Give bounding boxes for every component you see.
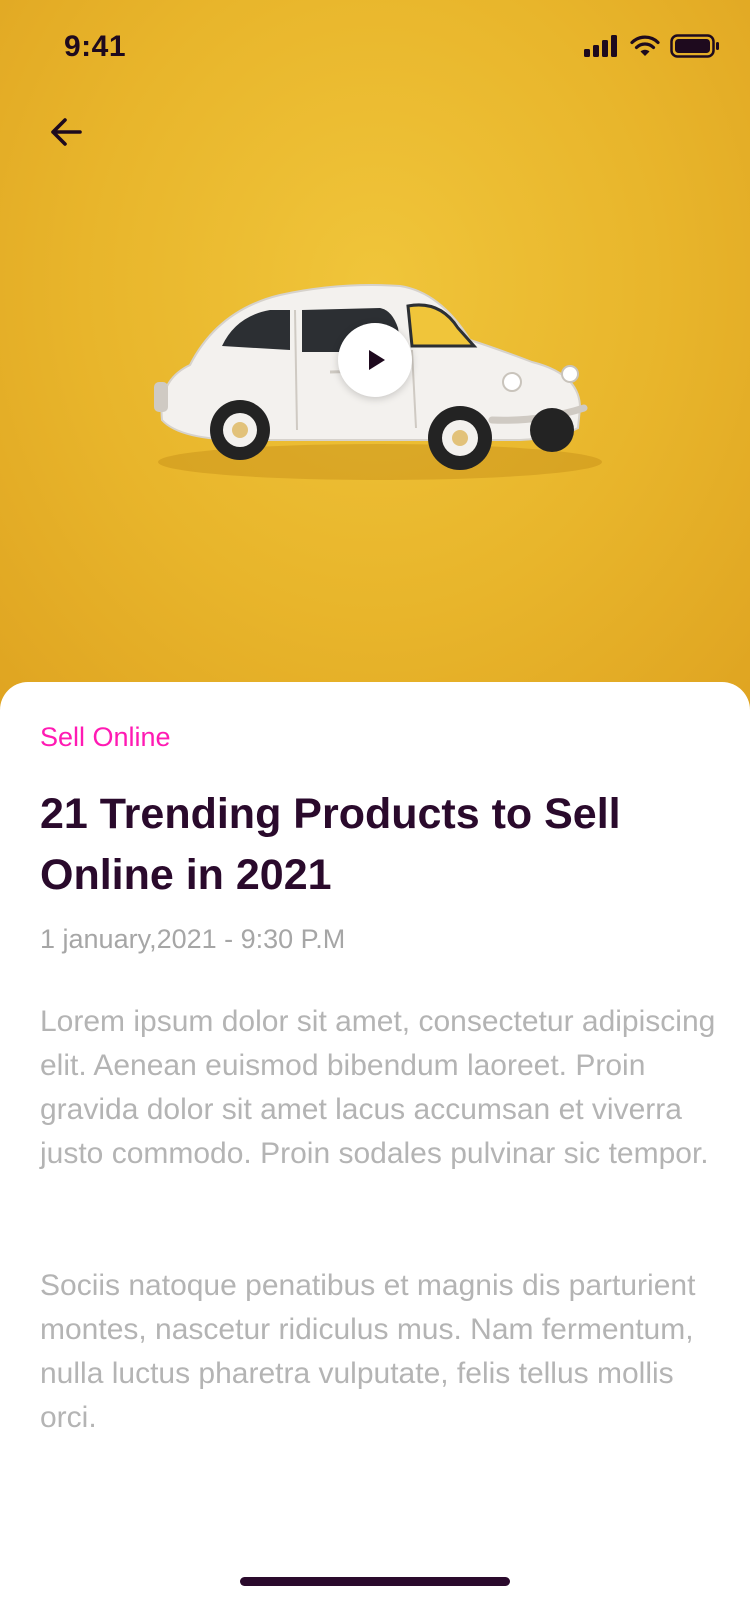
status-bar: 9:41 (0, 0, 750, 96)
play-video-button[interactable] (338, 323, 412, 397)
back-button[interactable] (40, 106, 92, 158)
play-icon (369, 350, 385, 370)
article-sheet: Sell Online 21 Trending Products to Sell… (0, 682, 750, 1624)
article-category[interactable]: Sell Online (40, 722, 171, 753)
status-icons (584, 34, 720, 58)
article-date: 1 january,2021 - 9:30 P.M (40, 924, 346, 954)
battery-icon (670, 34, 719, 58)
hero-media: 9:41 (0, 0, 750, 710)
wifi-icon (630, 35, 660, 56)
status-time: 9:41 (64, 30, 127, 63)
article-title: 21 Trending Products to Sell Online in 2… (40, 790, 621, 899)
arrow-left-icon (51, 118, 82, 146)
article-paragraph: Sociis natoque penatibus et magnis dis p… (40, 1269, 696, 1434)
home-indicator[interactable] (240, 1577, 510, 1586)
cellular-signal-icon (584, 35, 617, 57)
article-paragraph: Lorem ipsum dolor sit amet, consectetur … (40, 1005, 716, 1170)
